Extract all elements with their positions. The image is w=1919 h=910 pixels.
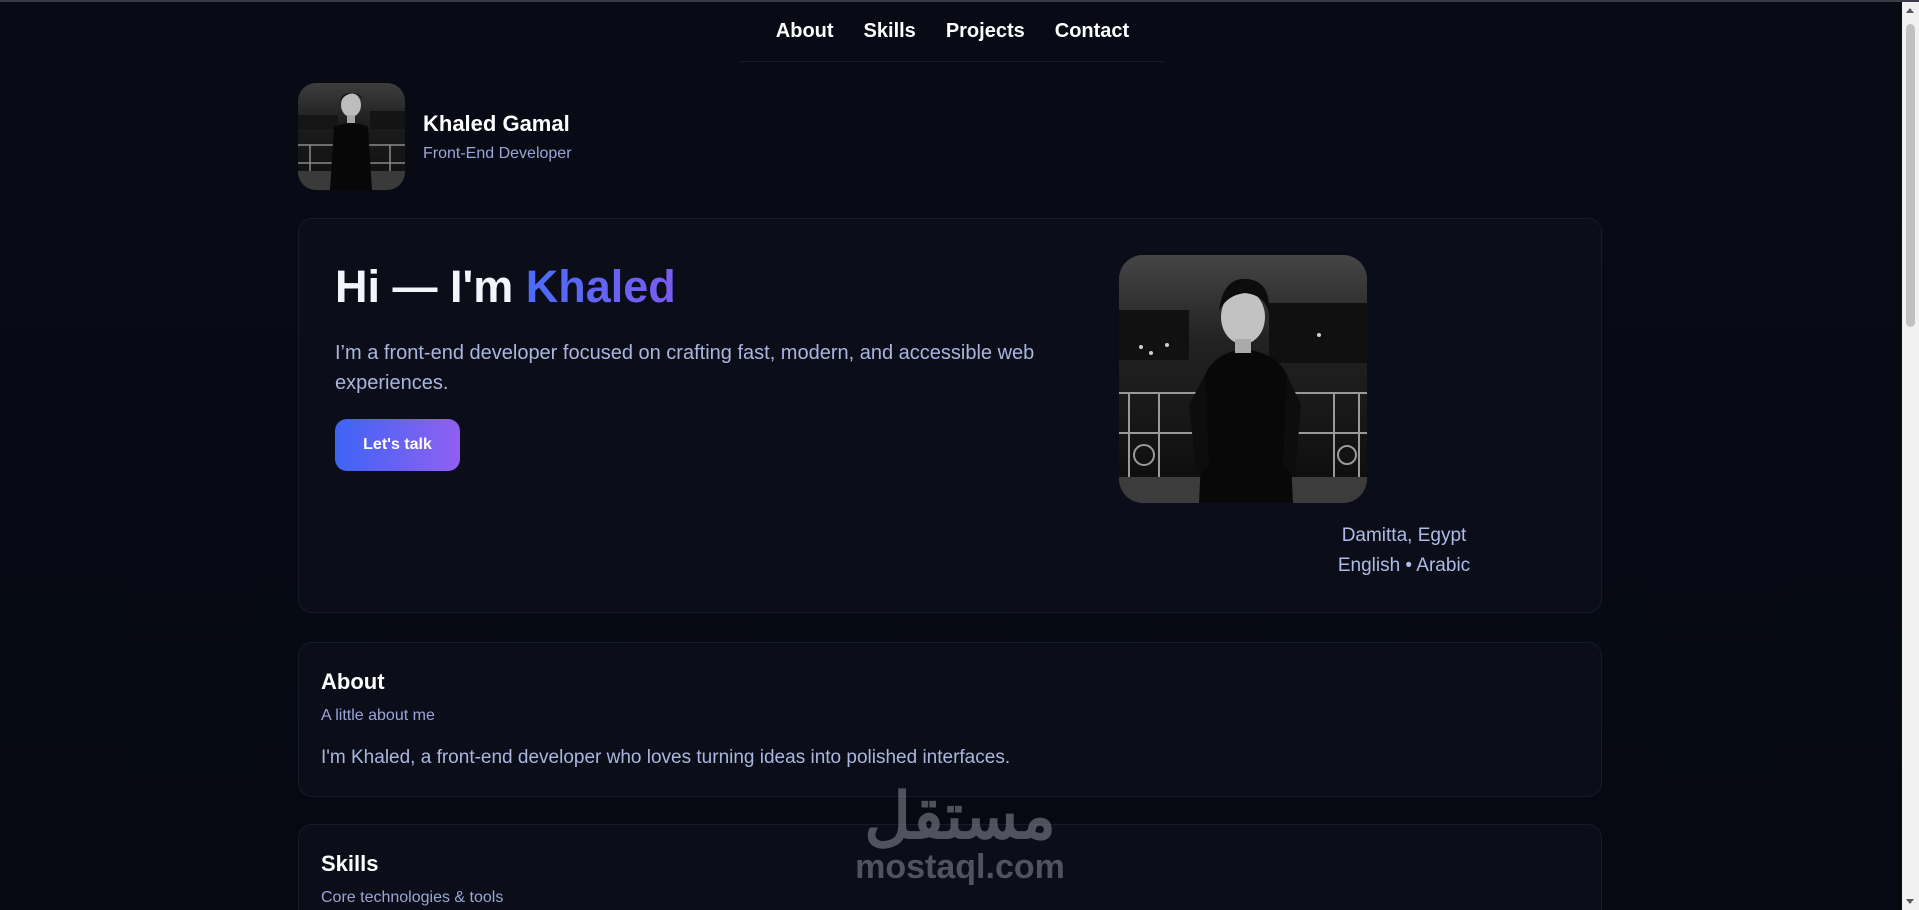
nav-link-contact[interactable]: Contact [1055, 20, 1129, 43]
hero-name-highlight: Khaled [525, 261, 676, 312]
profile-header: Khaled Gamal Front-End Developer [298, 83, 572, 190]
about-subtitle: A little about me [321, 707, 435, 724]
hero-photo [1119, 255, 1367, 503]
hero-greeting: Hi — I'm [335, 261, 526, 312]
hero-title: Hi — I'm Khaled [335, 261, 676, 313]
avatar-photo-icon [298, 83, 405, 190]
languages-text: English • Arabic [1337, 555, 1471, 576]
nav-link-projects[interactable]: Projects [946, 20, 1025, 43]
skills-title: Skills [321, 851, 379, 876]
scroll-up-icon[interactable] [1906, 8, 1914, 13]
about-title: About [321, 669, 385, 694]
avatar [298, 83, 405, 190]
profile-name: Khaled Gamal [423, 110, 570, 136]
hero-meta: Damitta, Egypt English • Arabic [1299, 521, 1509, 581]
hero-intro: I’m a front-end developer focused on cra… [335, 342, 1035, 394]
profile-role: Front-End Developer [423, 144, 572, 162]
nav-link-about[interactable]: About [776, 20, 834, 43]
page: About Skills Projects Contact Khaled Gam… [0, 0, 1919, 910]
lets-talk-button[interactable]: Let's talk [335, 419, 460, 471]
location-text: Damitta, Egypt [1341, 525, 1467, 546]
profile-text: Khaled Gamal Front-End Developer [423, 111, 572, 163]
hero-photo-icon [1119, 255, 1367, 503]
skills-subtitle: Core technologies & tools [321, 889, 504, 906]
scroll-down-icon[interactable] [1906, 899, 1914, 904]
skills-card: Skills Core technologies & tools [298, 824, 1602, 910]
nav-link-skills[interactable]: Skills [864, 20, 916, 43]
about-card: About A little about me I'm Khaled, a fr… [298, 642, 1602, 797]
hero-card: Hi — I'm Khaled I’m a front-end develope… [298, 218, 1602, 613]
about-body: I'm Khaled, a front-end developer who lo… [321, 747, 1011, 768]
vertical-scrollbar[interactable] [1902, 2, 1919, 910]
scrollbar-thumb[interactable] [1906, 24, 1915, 327]
top-nav: About Skills Projects Contact [740, 2, 1165, 62]
